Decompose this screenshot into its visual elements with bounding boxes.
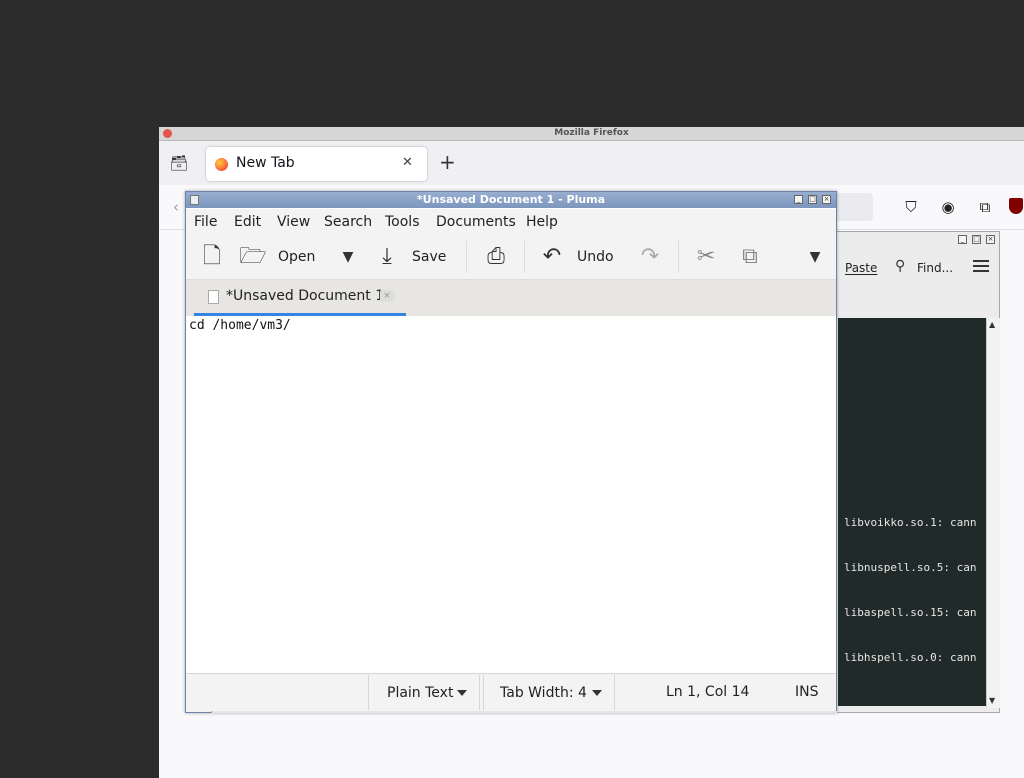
firefox-titlebar: Mozilla Firefox (159, 127, 1024, 141)
scroll-up-icon[interactable]: ▲ (989, 320, 995, 329)
tab-width-chevron-down-icon (592, 690, 602, 696)
print-icon[interactable]: ⎙ (482, 243, 510, 271)
terminal-line: libaspell.so.15: can (844, 606, 977, 619)
scroll-down-icon[interactable]: ▼ (989, 696, 995, 705)
language-label: Plain Text (387, 685, 454, 701)
terminal-line: libnuspell.so.5: can (844, 561, 977, 574)
pluma-maximize-icon[interactable]: □ (808, 195, 817, 204)
new-tab-button[interactable]: + (439, 152, 456, 172)
undo-button[interactable]: Undo (577, 249, 614, 265)
menu-file[interactable]: File (194, 214, 217, 230)
document-icon (208, 290, 219, 304)
firefox-tabstrip: 🗃 New Tab ✕ + (159, 141, 1024, 185)
pocket-icon[interactable]: ⛉ (901, 197, 921, 217)
ublock-shield-icon[interactable] (1009, 198, 1023, 214)
document-tab-label: *Unsaved Document 1 (226, 288, 385, 304)
menu-tools[interactable]: Tools (385, 214, 420, 230)
open-recent-chevron-down-icon[interactable]: ▼ (334, 243, 362, 271)
tab-title: New Tab (236, 155, 295, 171)
menu-search[interactable]: Search (324, 214, 372, 230)
bottom-strip (211, 711, 837, 713)
status-bar: Plain Text Tab Width: 4 Ln 1, Col 14 INS (186, 673, 836, 712)
undo-icon[interactable]: ↶ (538, 243, 566, 271)
tab-width-selector[interactable]: Tab Width: 4 (483, 675, 615, 710)
open-folder-icon[interactable]: 🗁 (239, 243, 267, 271)
redo-icon[interactable]: ↷ (636, 243, 664, 271)
back-arrow-icon[interactable]: ‹ (173, 198, 179, 216)
hamburger-menu-icon[interactable] (973, 260, 989, 272)
pluma-close-icon[interactable]: × (822, 195, 831, 204)
menu-bar: File Edit View Search Tools Documents He… (186, 209, 836, 235)
toolbar: 🗋 🗁 Open ▼ ⤓ Save ⎙ ↶ Undo ↷ ✂ ⧉ ▼ (186, 235, 836, 280)
firefox-logo-icon (215, 158, 228, 171)
menu-help[interactable]: Help (526, 214, 558, 230)
editor-text: cd /home/vm3/ (189, 318, 291, 333)
menu-view[interactable]: View (277, 214, 310, 230)
firefox-window-title: Mozilla Firefox (554, 128, 629, 138)
copy-icon[interactable]: ⧉ (736, 243, 764, 271)
terminal-line: libhspell.so.0: cann (844, 651, 977, 664)
find-button[interactable]: Find... (917, 261, 953, 275)
account-icon[interactable]: ◉ (938, 197, 958, 217)
tab-new-tab[interactable]: New Tab ✕ (206, 147, 427, 181)
pluma-minimize-icon[interactable]: _ (794, 195, 803, 204)
tab-close-icon[interactable]: ✕ (402, 155, 413, 170)
pluma-app-icon[interactable] (190, 195, 199, 205)
text-editor-area[interactable]: cd /home/vm3/ (186, 316, 836, 674)
pluma-titlebar[interactable]: *Unsaved Document 1 - Pluma (186, 192, 836, 208)
new-document-icon[interactable]: 🗋 (198, 243, 226, 271)
cursor-position: Ln 1, Col 14 (666, 684, 750, 700)
search-icon[interactable]: ⚲ (895, 258, 905, 274)
tab-close-icon[interactable]: × (380, 290, 394, 302)
background-toolbar: Paste ⚲ Find... (837, 250, 1001, 286)
firefox-close-icon[interactable] (163, 129, 172, 138)
toolbar-separator (524, 241, 525, 273)
extensions-icon[interactable]: ⧉ (975, 197, 995, 217)
tab-list-icon[interactable]: 🗃 (167, 151, 191, 175)
tab-width-label: Tab Width: 4 (500, 685, 587, 701)
close-icon[interactable]: × (986, 235, 995, 244)
toolbar-separator (678, 241, 679, 273)
maximize-icon[interactable]: □ (972, 235, 981, 244)
terminal-scrollbar[interactable]: ▲ ▼ (986, 318, 1000, 708)
minimize-icon[interactable]: _ (958, 235, 967, 244)
toolbar-separator (466, 241, 467, 273)
save-download-icon[interactable]: ⤓ (373, 243, 401, 271)
menu-documents[interactable]: Documents (436, 214, 516, 230)
language-chevron-down-icon (457, 690, 467, 696)
tab-unsaved-document-1[interactable]: *Unsaved Document 1 × (194, 280, 406, 316)
terminal-line: libvoikko.so.1: cann (844, 516, 977, 529)
pluma-window: *Unsaved Document 1 - Pluma _ □ × File E… (185, 191, 837, 713)
open-button[interactable]: Open (278, 249, 315, 265)
menu-edit[interactable]: Edit (234, 214, 261, 230)
pluma-window-title: *Unsaved Document 1 - Pluma (416, 193, 606, 206)
cut-scissors-icon[interactable]: ✂ (692, 243, 720, 271)
terminal-output[interactable]: libvoikko.so.1: cann libnuspell.so.5: ca… (838, 318, 986, 706)
save-button[interactable]: Save (412, 249, 446, 265)
background-window: _ □ × Paste ⚲ Find... libvoikko.so.1: ca… (836, 231, 1000, 713)
document-tabbar: *Unsaved Document 1 × (186, 280, 836, 317)
toolbar-overflow-chevron-down-icon[interactable]: ▼ (801, 243, 829, 271)
insert-mode: INS (795, 684, 819, 700)
paste-button[interactable]: Paste (845, 261, 877, 275)
language-selector[interactable]: Plain Text (368, 675, 480, 710)
